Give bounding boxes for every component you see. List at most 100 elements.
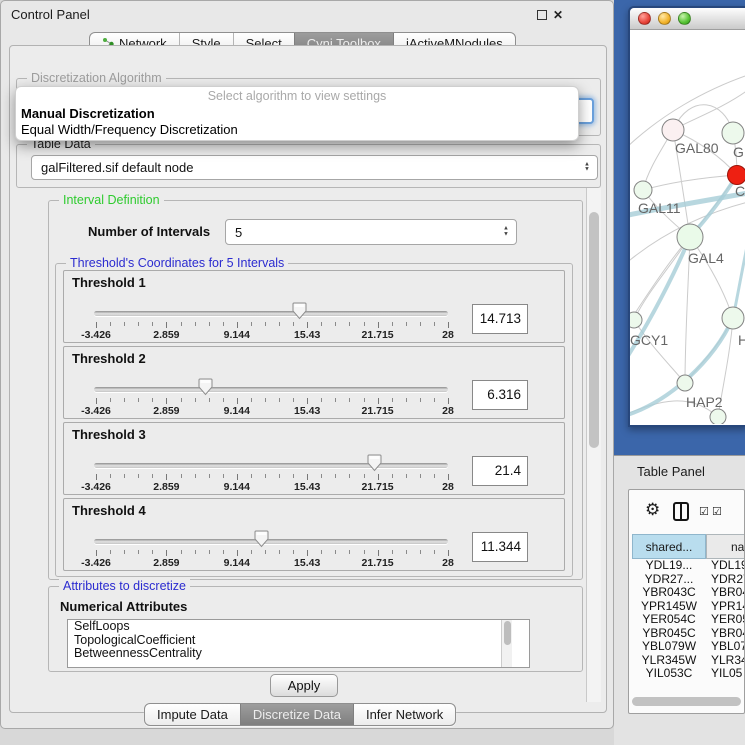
apply-button[interactable]: Apply xyxy=(270,674,338,697)
slider-tick xyxy=(307,322,308,328)
threshold-slider-track[interactable] xyxy=(94,387,448,392)
table-cell[interactable]: YBR043C xyxy=(632,586,706,600)
gear-icon[interactable]: ⚙ xyxy=(645,500,660,520)
network-node[interactable] xyxy=(677,224,703,250)
threshold-slider-thumb[interactable] xyxy=(197,378,214,396)
table-cell[interactable]: YER054C xyxy=(632,613,706,627)
attribute-list-item[interactable]: SelfLoops xyxy=(68,620,529,634)
table-cell[interactable]: YBL07 xyxy=(706,640,745,654)
table-row[interactable]: YBL079WYBL07 xyxy=(629,640,745,654)
table-cell[interactable]: YBR045C xyxy=(632,627,706,641)
attribute-list-item[interactable]: BetweennessCentrality xyxy=(68,647,529,661)
threshold-slider-track[interactable] xyxy=(94,539,448,544)
table-data-combobox[interactable]: galFiltered.sif default node ▲▼ xyxy=(31,155,598,180)
table-row[interactable]: YBR045CYBR04 xyxy=(629,627,745,641)
panel-scrollbar[interactable] xyxy=(586,188,601,702)
network-canvas[interactable]: GAL80GCGAL11GAL4GCY1HHAP2 xyxy=(630,30,745,424)
threshold-value-field[interactable]: 6.316 xyxy=(472,380,528,410)
threshold-slider-thumb[interactable] xyxy=(291,302,308,320)
network-node[interactable] xyxy=(710,409,726,424)
column-header-name[interactable]: name xyxy=(706,534,745,559)
slider-tick xyxy=(209,474,210,478)
table-cell[interactable]: YPR145W xyxy=(632,600,706,614)
checkbox-icon[interactable]: ☑ xyxy=(712,505,722,518)
slider-tick xyxy=(124,550,125,554)
table-row[interactable]: YER054CYER05 xyxy=(629,613,745,627)
network-node[interactable] xyxy=(634,181,652,199)
table-cell[interactable]: YPR14 xyxy=(706,600,745,614)
attributes-to-discretize-group: Attributes to discretize Numerical Attri… xyxy=(48,586,583,672)
table-cell[interactable]: YLR345W xyxy=(632,654,706,668)
slider-tick xyxy=(406,550,407,554)
network-node[interactable] xyxy=(722,122,744,144)
network-view-window[interactable]: GAL80GCGAL11GAL4GCY1HHAP2 xyxy=(628,6,745,427)
slider-tick xyxy=(364,550,365,554)
float-window-icon[interactable] xyxy=(537,10,547,20)
threshold-coordinates-group: Threshold's Coordinates for 5 Intervals … xyxy=(55,263,573,577)
slider-tick xyxy=(251,322,252,326)
threshold-slider-track[interactable] xyxy=(94,463,448,468)
slider-tick xyxy=(335,322,336,326)
table-row[interactable]: YLR345WYLR34 xyxy=(629,654,745,668)
slider-tick xyxy=(265,550,266,554)
table-cell[interactable]: YDR27 xyxy=(706,573,745,587)
threshold-slider-thumb[interactable] xyxy=(366,454,383,472)
table-cell[interactable]: YIL053C xyxy=(632,667,706,681)
network-node[interactable] xyxy=(662,119,684,141)
bottom-tab-discretize-data[interactable]: Discretize Data xyxy=(240,704,353,725)
slider-tick xyxy=(364,474,365,478)
panel-scrollbar-thumb[interactable] xyxy=(589,212,599,448)
threshold-value-field[interactable]: 21.4 xyxy=(472,456,528,486)
dropdown-option-equal-width[interactable]: Equal Width/Frequency Discretization xyxy=(16,122,578,138)
network-edge[interactable] xyxy=(643,175,737,190)
table-row[interactable]: YIL053CYIL05 xyxy=(629,667,745,681)
attribute-list-item[interactable]: TopologicalCoefficient xyxy=(68,634,529,648)
slider-tick xyxy=(279,474,280,478)
number-of-intervals-label: Number of Intervals xyxy=(88,224,210,239)
network-edge-thick[interactable] xyxy=(733,242,745,318)
minimize-traffic-light-icon[interactable] xyxy=(658,12,671,25)
number-of-intervals-combobox[interactable]: 5 ▲▼ xyxy=(225,219,517,245)
table-row[interactable]: YDR27...YDR27 xyxy=(629,573,745,587)
threshold-slider-thumb[interactable] xyxy=(253,530,270,548)
close-traffic-light-icon[interactable] xyxy=(638,12,651,25)
slider-tick xyxy=(124,474,125,478)
dropdown-option-manual[interactable]: Manual Discretization xyxy=(16,106,578,122)
table-cell[interactable]: YDR27... xyxy=(632,573,706,587)
list-scrollbar-thumb[interactable] xyxy=(504,621,511,645)
table-horizontal-scrollbar[interactable] xyxy=(632,697,741,706)
table-cell[interactable]: YIL05 xyxy=(706,667,742,681)
table-cell[interactable]: YDL19 xyxy=(706,559,745,573)
network-edge[interactable] xyxy=(634,237,690,320)
slider-tick xyxy=(392,322,393,326)
threshold-value-field[interactable]: 11.344 xyxy=(472,532,528,562)
table-cell[interactable]: YBL079W xyxy=(632,640,706,654)
table-row[interactable]: YBR043CYBR04 xyxy=(629,586,745,600)
network-node[interactable] xyxy=(728,166,745,185)
bottom-tab-impute-data[interactable]: Impute Data xyxy=(145,704,240,725)
bottom-tab-infer-network[interactable]: Infer Network xyxy=(353,704,455,725)
slider-tick xyxy=(349,550,350,554)
table-row[interactable]: YDL19...YDL19 xyxy=(629,559,745,573)
table-cell[interactable]: YDL19... xyxy=(632,559,706,573)
table-cell[interactable]: YER05 xyxy=(706,613,745,627)
threshold-slider-track[interactable] xyxy=(94,311,448,316)
network-node[interactable] xyxy=(630,312,642,328)
table-cell[interactable]: YBR04 xyxy=(706,586,745,600)
table-row[interactable]: YPR145WYPR14 xyxy=(629,600,745,614)
slider-tick-label: 28 xyxy=(426,481,470,493)
dropdown-hint-item[interactable]: Select algorithm to view settings xyxy=(16,89,578,106)
threshold-value-field[interactable]: 14.713 xyxy=(472,304,528,334)
zoom-traffic-light-icon[interactable] xyxy=(678,12,691,25)
network-node[interactable] xyxy=(677,375,693,391)
slider-tick xyxy=(138,474,139,478)
column-header-shared-name[interactable]: shared... xyxy=(632,534,706,559)
numerical-attributes-list[interactable]: SelfLoopsTopologicalCoefficientBetweenne… xyxy=(67,619,530,668)
list-scrollbar[interactable] xyxy=(501,620,512,667)
table-cell[interactable]: YLR34 xyxy=(706,654,745,668)
close-icon[interactable]: ✕ xyxy=(553,8,563,22)
network-node[interactable] xyxy=(722,307,744,329)
checkbox-icon[interactable]: ☑ xyxy=(699,505,709,518)
table-cell[interactable]: YBR04 xyxy=(706,627,745,641)
split-columns-icon[interactable] xyxy=(673,502,689,521)
